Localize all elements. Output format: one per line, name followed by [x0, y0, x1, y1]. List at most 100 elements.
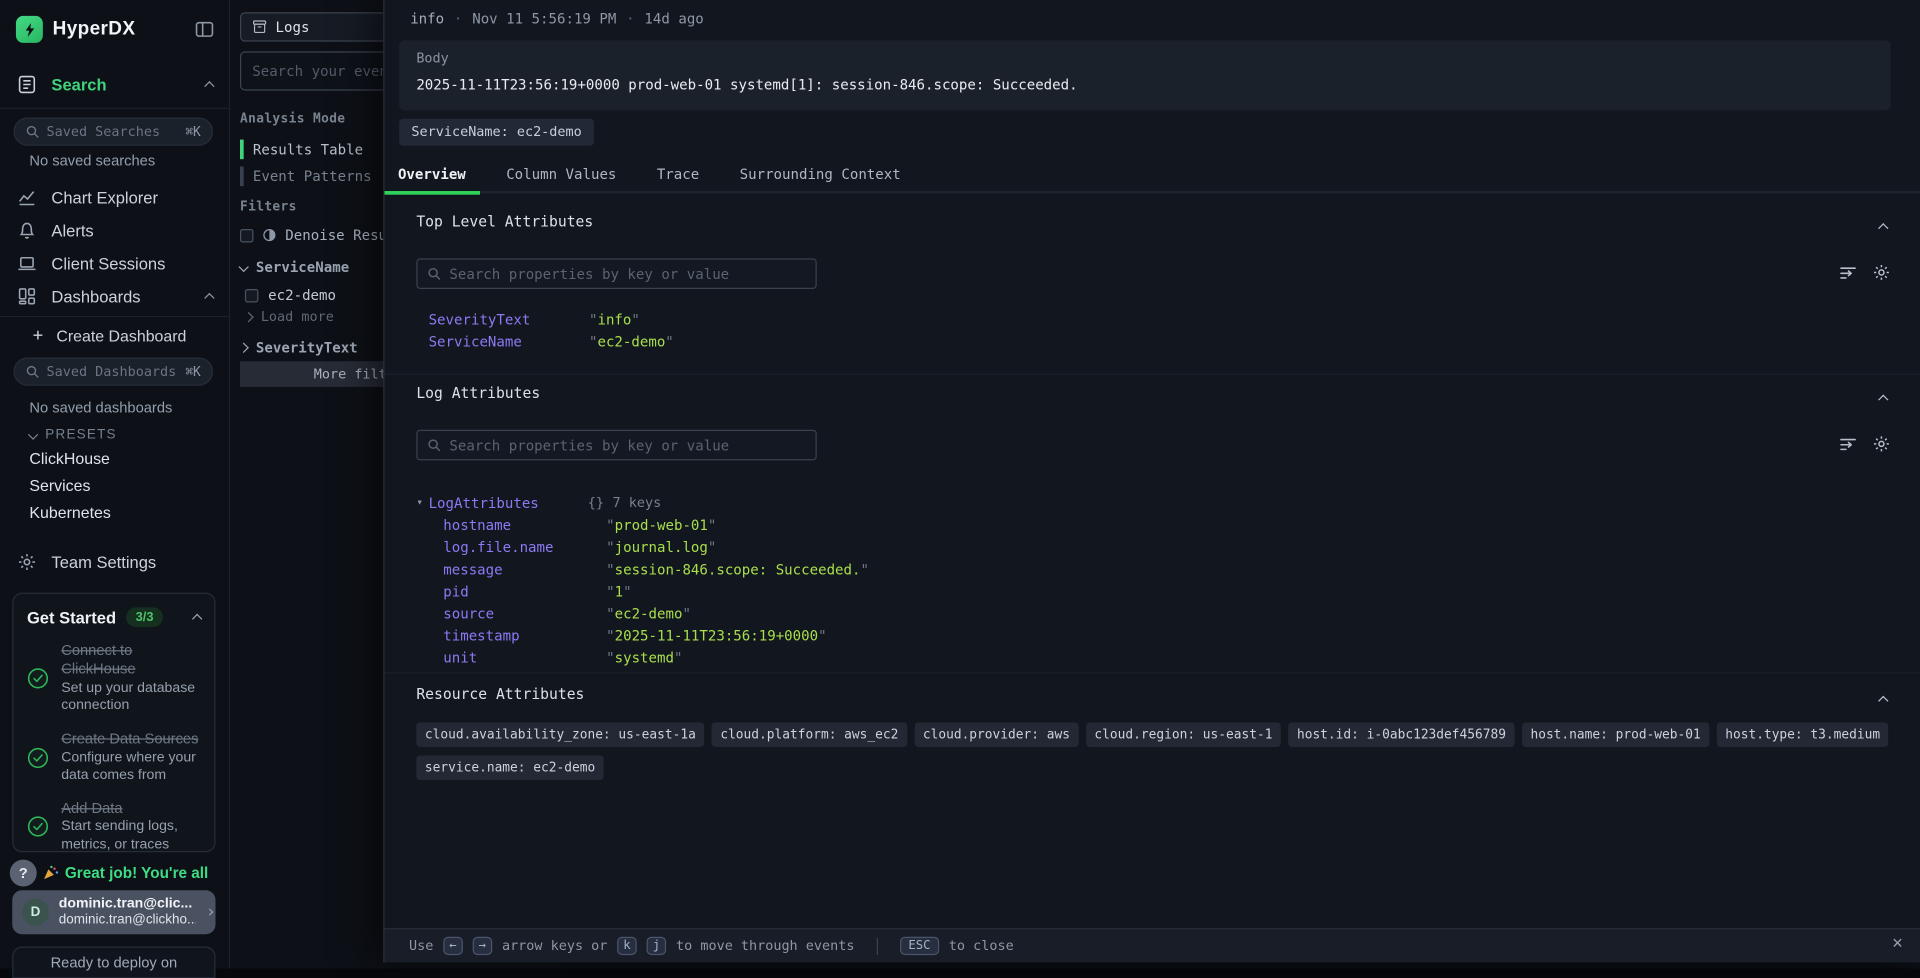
sidebar-item-team-settings[interactable]: Team Settings — [0, 546, 230, 578]
help-button[interactable]: ? — [10, 860, 37, 887]
property-search[interactable] — [416, 258, 816, 289]
property-search-input[interactable] — [449, 265, 805, 282]
chevron-right-icon — [238, 343, 248, 353]
source-selector-button[interactable]: Logs — [240, 12, 387, 41]
close-icon[interactable]: × — [1892, 933, 1903, 954]
attribute-row: SeverityText "info" — [429, 309, 674, 331]
preset-list: ClickHouse Services Kubernetes — [29, 449, 110, 521]
attribute-value[interactable]: ec2-demo — [597, 333, 665, 350]
attribute-key[interactable]: SeverityText — [429, 309, 589, 331]
get-started-item[interactable]: Create Data Sources Configure where your… — [27, 730, 201, 785]
resource-attribute-badge[interactable]: cloud.provider: aws — [914, 722, 1078, 746]
chevron-down-icon — [28, 429, 38, 439]
collapse-sidebar-icon[interactable] — [195, 20, 215, 40]
property-search-input[interactable] — [449, 437, 805, 454]
attribute-key[interactable]: hostname — [443, 514, 606, 536]
sidebar-item-client-sessions[interactable]: Client Sessions — [0, 247, 230, 279]
log-attributes-root-row[interactable]: ▾ LogAttributes {} 7 keys — [416, 492, 669, 514]
collapse-section-button[interactable] — [1880, 216, 1887, 234]
section-actions — [1839, 263, 1890, 281]
saved-dashboards-field[interactable] — [47, 364, 178, 380]
sidebar-item-dashboards[interactable]: Dashboards — [0, 280, 230, 312]
footer-text: arrow keys or — [502, 938, 607, 954]
saved-dashboards-input[interactable]: ⌘K — [13, 358, 213, 386]
source-label: Logs — [276, 18, 310, 35]
resource-attribute-badge[interactable]: host.id: i-0abc123def456789 — [1288, 722, 1514, 746]
preset-item[interactable]: Kubernetes — [29, 503, 110, 521]
resource-attribute-badge[interactable]: cloud.availability_zone: us-east-1a — [416, 722, 704, 746]
filter-option-row[interactable]: ec2-demo — [245, 287, 336, 304]
wrap-lines-icon[interactable] — [1839, 435, 1857, 453]
service-name-tag[interactable]: ServiceName: ec2-demo — [399, 119, 594, 146]
chevron-right-icon: › — [206, 902, 216, 922]
tab[interactable]: Overview — [398, 156, 466, 193]
gear-icon[interactable] — [1872, 263, 1890, 281]
divider — [384, 672, 1920, 673]
preset-item[interactable]: Services — [29, 476, 110, 494]
resource-attribute-badge[interactable]: cloud.platform: aws_ec2 — [712, 722, 907, 746]
filter-group-severitytext[interactable]: SeverityText — [240, 339, 358, 356]
get-started-item[interactable]: Add Data Start sending logs, metrics, or… — [27, 800, 201, 855]
body-text: 2025-11-11T23:56:19+0000 prod-web-01 sys… — [416, 76, 1873, 93]
separator: · — [626, 10, 634, 27]
user-menu[interactable]: D dominic.tran@clic... dominic.tran@clic… — [12, 890, 215, 934]
attribute-value[interactable]: info — [597, 311, 631, 328]
filter-option-checkbox[interactable] — [245, 288, 258, 301]
attribute-value[interactable]: session-846.scope: Succeeded. — [615, 561, 861, 578]
resource-attribute-badge[interactable]: cloud.region: us-east-1 — [1086, 722, 1281, 746]
attribute-key[interactable]: source — [443, 602, 606, 624]
attribute-key[interactable]: message — [443, 558, 606, 580]
filter-group-label: ServiceName — [256, 258, 349, 275]
filter-option-label: ec2-demo — [268, 287, 336, 304]
denoise-icon — [262, 228, 277, 243]
gear-icon[interactable] — [1872, 435, 1890, 453]
attribute-key[interactable]: LogAttributes — [429, 492, 588, 514]
collapse-section-button[interactable] — [1880, 688, 1887, 706]
attribute-key[interactable]: log.file.name — [443, 536, 606, 558]
get-started-item-title: Connect to ClickHouse — [61, 642, 201, 680]
sidebar-item-alerts[interactable]: Alerts — [0, 214, 230, 246]
tab[interactable]: Surrounding Context — [740, 156, 901, 193]
attribute-value[interactable]: 2025-11-11T23:56:19+0000 — [615, 627, 818, 644]
tab[interactable]: Column Values — [506, 156, 616, 193]
app-root: HyperDX Search ⌘K No saved searches Char… — [0, 0, 1920, 969]
brand: HyperDX — [16, 16, 135, 43]
analysis-mode-option[interactable]: Results Table — [240, 138, 372, 159]
analysis-mode-option[interactable]: Event Patterns — [240, 165, 372, 186]
sidebar-item-search[interactable]: Search — [0, 69, 230, 101]
property-search[interactable] — [416, 430, 816, 461]
resource-attribute-badge[interactable]: host.name: prod-web-01 — [1522, 722, 1709, 746]
sidebar-item-label: Search — [51, 75, 191, 93]
attribute-value[interactable]: journal.log — [615, 539, 708, 556]
presets-header[interactable]: PRESETS — [29, 427, 116, 442]
get-started-card: Get Started 3/3 Connect to ClickHouse Se… — [12, 593, 215, 853]
tab[interactable]: Trace — [657, 156, 699, 193]
wrap-lines-icon[interactable] — [1839, 263, 1857, 281]
get-started-list: Connect to ClickHouse Set up your databa… — [27, 642, 201, 855]
attribute-value[interactable]: systemd — [615, 649, 674, 666]
resource-attribute-badge[interactable]: host.type: t3.medium — [1717, 722, 1889, 746]
attribute-key[interactable]: ServiceName — [429, 331, 589, 353]
sidebar-item-chart-explorer[interactable]: Chart Explorer — [0, 181, 230, 213]
saved-searches-field[interactable] — [47, 124, 178, 140]
resource-attribute-badge[interactable]: service.name: ec2-demo — [416, 756, 603, 780]
attribute-value[interactable]: prod-web-01 — [615, 517, 708, 534]
denoise-checkbox[interactable] — [240, 228, 253, 241]
saved-searches-input[interactable]: ⌘K — [13, 118, 213, 146]
attribute-row: timestamp "2025-11-11T23:56:19+0000" — [443, 624, 869, 646]
attribute-key[interactable]: pid — [443, 580, 606, 602]
collapse-section-button[interactable] — [1880, 387, 1887, 405]
mode-active-bar — [240, 166, 243, 186]
create-dashboard-button[interactable]: + Create Dashboard — [29, 326, 186, 346]
deploy-banner[interactable]: Ready to deploy on — [12, 947, 215, 978]
preset-item[interactable]: ClickHouse — [29, 449, 110, 467]
attribute-value[interactable]: ec2-demo — [615, 605, 683, 622]
get-started-item[interactable]: Connect to ClickHouse Set up your databa… — [27, 642, 201, 716]
load-more[interactable]: Load more — [245, 309, 334, 325]
filter-group-servicename[interactable]: ServiceName — [240, 258, 349, 275]
detail-tabs: Overview Column Values Trace Surrounding Co… — [384, 157, 1920, 194]
attribute-key[interactable]: unit — [443, 647, 606, 669]
attribute-key[interactable]: timestamp — [443, 624, 606, 646]
get-started-header[interactable]: Get Started 3/3 — [27, 607, 201, 627]
attribute-value[interactable]: 1 — [615, 583, 623, 600]
